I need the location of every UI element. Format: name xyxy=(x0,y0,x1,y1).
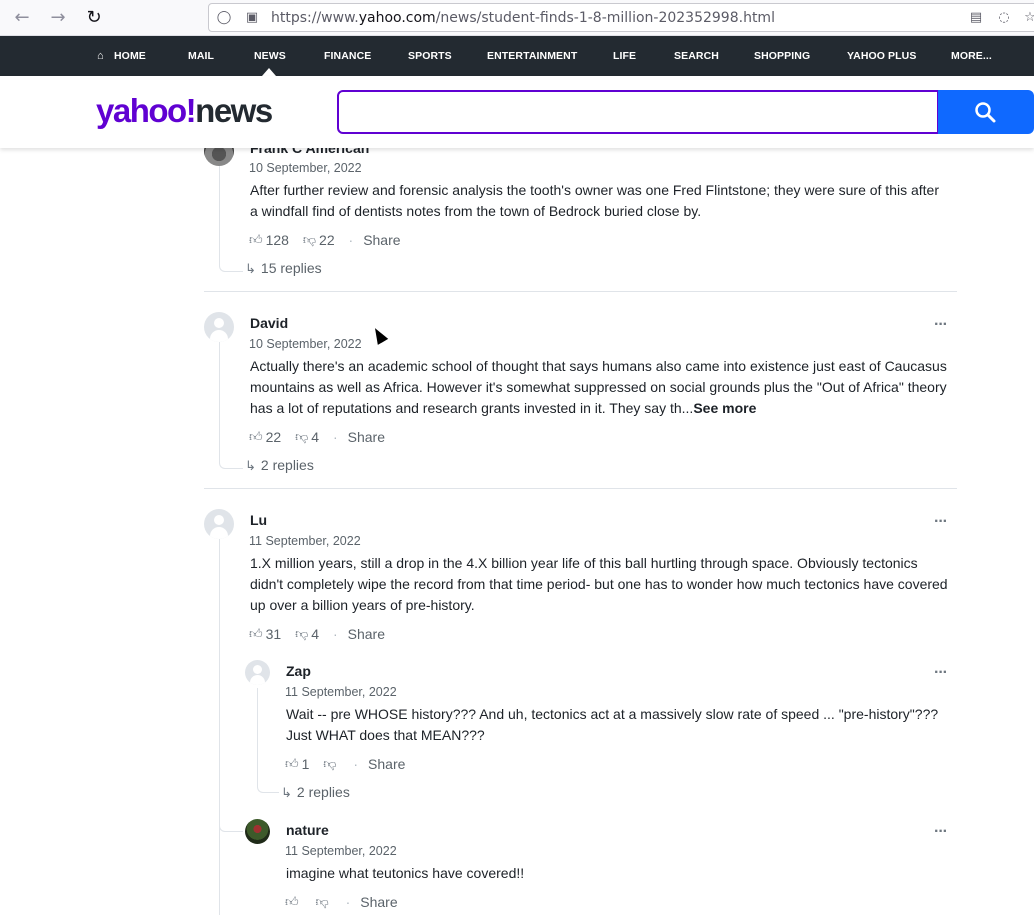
nav-item-entertainment[interactable]: ENTERTAINMENT xyxy=(487,36,577,76)
comment-author[interactable]: Frank C American xyxy=(250,148,369,156)
back-arrow-icon[interactable]: ← xyxy=(10,6,34,30)
comment-text: 1.X million years, still a drop in the 4… xyxy=(250,555,948,613)
view-replies-button[interactable]: ↳ 2 replies xyxy=(245,457,314,474)
share-button[interactable]: Share xyxy=(348,427,385,447)
comment-actions: 👍︎ 128 👎︎ 22 · Share xyxy=(249,229,401,249)
reply-date: 11 September, 2022 xyxy=(285,844,397,858)
nav-item-search[interactable]: SEARCH xyxy=(674,36,719,76)
comment-date: 11 September, 2022 xyxy=(249,534,361,548)
comment-author[interactable]: David xyxy=(250,315,288,331)
more-options-icon[interactable]: ··· xyxy=(934,317,948,333)
address-bar[interactable]: ◯ ▣ https://www.yahoo.com/news/student-f… xyxy=(208,3,1034,32)
view-replies-button[interactable]: ↳ 15 replies xyxy=(245,260,322,277)
dislike-count[interactable]: 22 xyxy=(319,230,335,250)
share-button[interactable]: Share xyxy=(348,624,385,644)
nav-item-shopping[interactable]: SHOPPING xyxy=(754,36,810,76)
more-options-icon[interactable]: ··· xyxy=(934,514,948,530)
comment-actions: 👍︎ 31 👎︎ 4 · Share xyxy=(249,623,385,643)
thumbs-down-icon[interactable]: 👎︎ xyxy=(323,754,336,774)
nav-item-sports[interactable]: SPORTS xyxy=(408,36,452,76)
reply-text: imagine what teutonics have covered!! xyxy=(286,865,525,881)
yahoo-news-logo[interactable]: yahoo!news xyxy=(96,92,273,130)
share-button[interactable]: Share xyxy=(360,892,397,912)
thumbs-up-icon[interactable]: 👍︎ xyxy=(249,427,263,447)
thread-line xyxy=(219,539,220,915)
browser-toolbar: ← → ↻ ◯ ▣ https://www.yahoo.com/news/stu… xyxy=(0,0,1034,36)
comment-text: Actually there's an academic school of t… xyxy=(250,358,947,416)
reply-actions: 👍︎ 1 👎︎ · Share xyxy=(285,753,405,773)
separator-dot: · xyxy=(345,894,351,911)
home-icon: ⌂ xyxy=(97,50,104,62)
reply-date: 11 September, 2022 xyxy=(285,685,397,699)
nav-item-life[interactable]: LIFE xyxy=(613,36,636,76)
thread-line xyxy=(219,148,243,272)
bookmark-star-icon[interactable]: ☆ xyxy=(1021,9,1034,27)
like-count[interactable]: 22 xyxy=(266,427,282,447)
thumbs-up-icon[interactable]: 👍︎ xyxy=(249,624,263,644)
more-options-icon[interactable]: ··· xyxy=(934,824,948,840)
avatar[interactable] xyxy=(204,509,234,539)
nav-item-finance[interactable]: FINANCE xyxy=(324,36,371,76)
like-count[interactable]: 128 xyxy=(266,230,289,250)
comment-date: 10 September, 2022 xyxy=(249,337,362,351)
search-button[interactable] xyxy=(938,90,1034,134)
search-input[interactable] xyxy=(337,90,939,134)
separator-dot: · xyxy=(353,756,359,773)
reply-text: Wait -- pre WHOSE history??? And uh, tec… xyxy=(286,706,939,743)
reply-arrow-icon: ↳ xyxy=(245,262,256,277)
thread-line xyxy=(219,820,243,832)
comment-divider xyxy=(204,488,957,489)
yahoo-top-nav: ⌂ HOME MAIL NEWS FINANCE SPORTS ENTERTAIN… xyxy=(0,36,1034,76)
reader-view-icon[interactable]: ▤ xyxy=(967,9,985,27)
thumbs-up-icon[interactable]: 👍︎ xyxy=(249,230,263,250)
lock-icon[interactable]: ▣ xyxy=(243,9,261,27)
shield-icon[interactable]: ◯ xyxy=(215,9,233,27)
active-nav-indicator xyxy=(262,68,276,76)
thread-line xyxy=(257,688,279,793)
reply-actions: 👍︎ 👎︎ · Share xyxy=(285,891,398,911)
thread-line xyxy=(219,342,243,469)
search-icon xyxy=(975,102,996,123)
dislike-count[interactable]: 4 xyxy=(311,624,319,644)
forward-arrow-icon[interactable]: → xyxy=(46,6,70,30)
nav-item-yahoo-plus[interactable]: YAHOO PLUS xyxy=(847,36,916,76)
more-options-icon[interactable]: ··· xyxy=(934,665,948,681)
nav-item-more[interactable]: MORE... xyxy=(951,36,992,76)
comment-author[interactable]: Lu xyxy=(250,512,267,528)
thumbs-down-icon[interactable]: 👎︎ xyxy=(295,624,308,644)
separator-dot: · xyxy=(332,626,338,643)
thumbs-up-icon[interactable]: 👍︎ xyxy=(285,892,299,912)
reply-arrow-icon: ↳ xyxy=(281,786,292,801)
avatar[interactable] xyxy=(245,660,270,685)
permissions-icon[interactable]: ◌ xyxy=(995,9,1013,27)
share-button[interactable]: Share xyxy=(363,230,400,250)
share-button[interactable]: Share xyxy=(368,754,405,774)
thumbs-down-icon[interactable]: 👎︎ xyxy=(315,892,328,912)
view-replies-button[interactable]: ↳ 2 replies xyxy=(281,784,350,801)
comment-text: After further review and forensic analys… xyxy=(250,182,940,219)
comment-actions: 👍︎ 22 👎︎ 4 · Share xyxy=(249,426,385,446)
thumbs-down-icon[interactable]: 👎︎ xyxy=(295,427,308,447)
reply-arrow-icon: ↳ xyxy=(245,459,256,474)
reply-author[interactable]: Zap xyxy=(286,663,311,679)
reload-icon[interactable]: ↻ xyxy=(82,6,106,30)
separator-dot: · xyxy=(332,429,338,446)
thumbs-down-icon[interactable]: 👎︎ xyxy=(303,230,316,250)
dislike-count[interactable]: 4 xyxy=(311,427,319,447)
like-count[interactable]: 1 xyxy=(302,754,310,774)
avatar[interactable] xyxy=(245,819,270,844)
nav-item-home[interactable]: ⌂ HOME xyxy=(97,36,146,76)
avatar[interactable] xyxy=(204,312,234,342)
url-text[interactable]: https://www.yahoo.com/news/student-finds… xyxy=(271,10,775,26)
reply-author[interactable]: nature xyxy=(286,822,329,838)
comment-date: 10 September, 2022 xyxy=(249,161,362,175)
like-count[interactable]: 31 xyxy=(266,624,282,644)
news-header: yahoo!news xyxy=(0,76,1034,148)
see-more-link[interactable]: See more xyxy=(693,400,756,416)
comment-divider xyxy=(204,291,957,292)
separator-dot: · xyxy=(348,232,354,249)
comments-section: Frank C American 10 September, 2022 Afte… xyxy=(0,148,1034,915)
nav-item-mail[interactable]: MAIL xyxy=(188,36,214,76)
thumbs-up-icon[interactable]: 👍︎ xyxy=(285,754,299,774)
